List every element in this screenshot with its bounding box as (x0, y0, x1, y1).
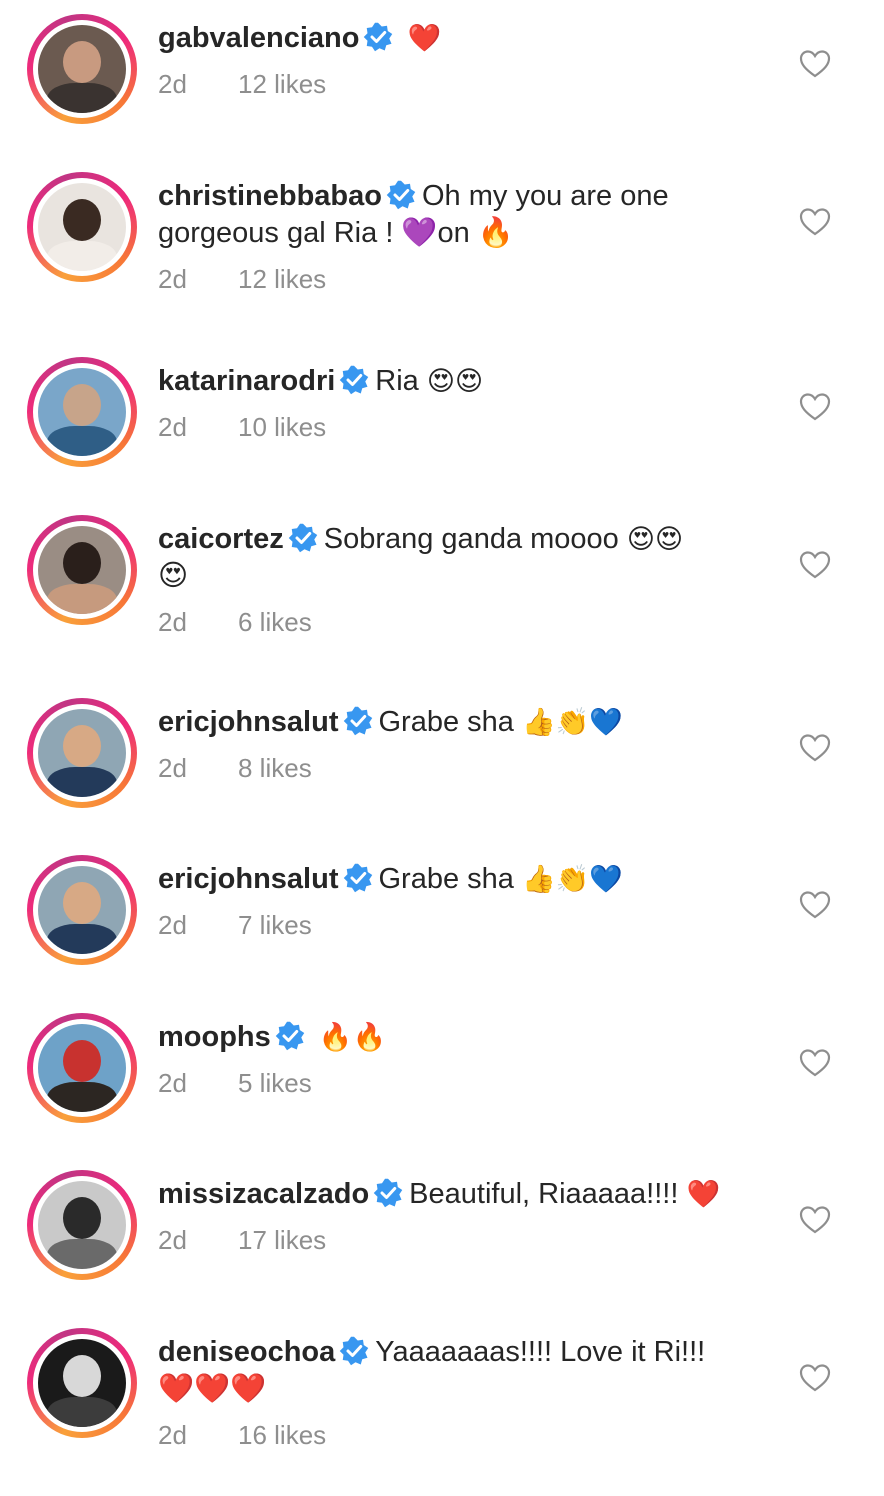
comment-text: Beautiful, Riaaaaa!!!! (409, 1178, 679, 1210)
comment-text: Grabe sha (378, 706, 514, 738)
verified-badge-icon (363, 22, 393, 52)
verified-badge-icon (386, 180, 416, 210)
comment-text: Oh my you are one (422, 180, 669, 212)
like-heart-icon[interactable] (799, 49, 831, 79)
avatar[interactable] (27, 14, 137, 124)
comment-time[interactable]: 2d (158, 412, 238, 443)
like-heart-icon[interactable] (799, 392, 831, 422)
comment-emoji: 👍👏💙 (521, 707, 623, 737)
avatar[interactable] (27, 698, 137, 808)
like-heart-icon[interactable] (799, 550, 831, 580)
avatar[interactable] (27, 1170, 137, 1280)
comment-time[interactable]: 2d (158, 1225, 238, 1256)
username-link[interactable]: deniseochoa (158, 1336, 335, 1368)
verified-badge-icon (288, 523, 318, 553)
username-link[interactable]: caicortez (158, 523, 284, 555)
avatar[interactable] (27, 1013, 137, 1123)
username-link[interactable]: missizacalzado (158, 1178, 369, 1210)
avatar[interactable] (27, 172, 137, 282)
likes-count[interactable]: 8 likes (238, 753, 312, 783)
likes-count[interactable]: 10 likes (238, 412, 326, 442)
comment-text: Ria (375, 365, 419, 397)
comment-emoji: 👍👏💙 (521, 864, 623, 894)
comment-emoji: ❤️ (686, 1179, 721, 1209)
like-heart-icon[interactable] (799, 733, 831, 763)
comment-time[interactable]: 2d (158, 264, 238, 295)
username-link[interactable]: katarinarodri (158, 365, 335, 397)
likes-count[interactable]: 16 likes (238, 1420, 326, 1450)
verified-badge-icon (343, 706, 373, 736)
avatar[interactable] (27, 855, 137, 965)
comment-emoji: 😍😍 (426, 366, 484, 396)
verified-badge-icon (275, 1021, 305, 1051)
verified-badge-icon (373, 1178, 403, 1208)
likes-count[interactable]: 6 likes (238, 607, 312, 637)
comment-text: Yaaaaaaas!!!! Love it Ri!!! (375, 1336, 706, 1368)
username-link[interactable]: christinebbabao (158, 180, 382, 212)
username-link[interactable]: ericjohnsalut (158, 863, 339, 895)
comment-text-continued: ❤️❤️❤️ (158, 1373, 267, 1405)
like-heart-icon[interactable] (799, 207, 831, 237)
comment-emoji: ❤️ (407, 23, 442, 53)
comment-text: Grabe sha (378, 863, 514, 895)
avatar[interactable] (27, 1328, 137, 1438)
like-heart-icon[interactable] (799, 1048, 831, 1078)
comment-time[interactable]: 2d (158, 753, 238, 784)
likes-count[interactable]: 17 likes (238, 1225, 326, 1255)
comment-time[interactable]: 2d (158, 607, 238, 638)
avatar[interactable] (27, 357, 137, 467)
verified-badge-icon (343, 863, 373, 893)
like-heart-icon[interactable] (799, 1363, 831, 1393)
likes-count[interactable]: 12 likes (238, 264, 326, 294)
comment-time[interactable]: 2d (158, 69, 238, 100)
comment-text-continued: gorgeous gal Ria ! 💜on 🔥 (158, 217, 514, 249)
likes-count[interactable]: 5 likes (238, 1068, 312, 1098)
username-link[interactable]: moophs (158, 1021, 271, 1053)
verified-badge-icon (339, 1336, 369, 1366)
avatar[interactable] (27, 515, 137, 625)
likes-count[interactable]: 12 likes (238, 69, 326, 99)
username-link[interactable]: gabvalenciano (158, 22, 359, 54)
comment-emoji: 🔥🔥 (318, 1022, 387, 1052)
verified-badge-icon (339, 365, 369, 395)
username-link[interactable]: ericjohnsalut (158, 706, 339, 738)
like-heart-icon[interactable] (799, 1205, 831, 1235)
like-heart-icon[interactable] (799, 890, 831, 920)
comment-time[interactable]: 2d (158, 1068, 238, 1099)
comment-time[interactable]: 2d (158, 910, 238, 941)
likes-count[interactable]: 7 likes (238, 910, 312, 940)
comment-text: Sobrang ganda moooo (323, 523, 619, 555)
comment-time[interactable]: 2d (158, 1420, 238, 1451)
comment-text-continued: 😍 (158, 560, 189, 592)
comment-emoji: 😍😍 (626, 524, 684, 554)
